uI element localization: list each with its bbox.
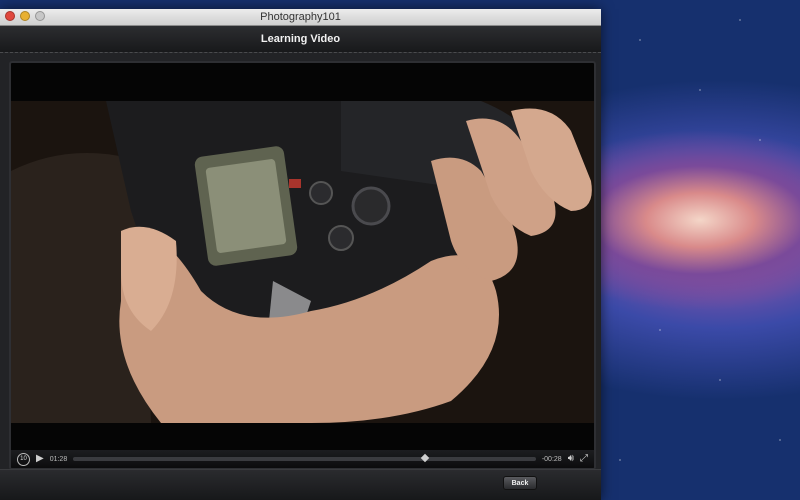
back-button[interactable]: Back	[503, 476, 537, 490]
replay-10-icon[interactable]: 10	[17, 452, 30, 466]
scrubber-thumb[interactable]	[420, 453, 430, 463]
video-frame-image[interactable]	[11, 101, 594, 423]
playback-controls: 10 ▶ 01:28 -00:28 🔊︎ ⤢	[11, 450, 594, 468]
camera-hands-video-illustration	[11, 101, 594, 423]
page-header: Learning Video	[0, 26, 601, 53]
window-controls	[5, 11, 45, 21]
title-bar: Photography101	[0, 9, 601, 26]
fullscreen-icon[interactable]: ⤢	[580, 454, 588, 464]
zoom-window-button[interactable]	[35, 11, 45, 21]
footer-bar: Back	[0, 469, 601, 500]
video-player[interactable]: 10 ▶ 01:28 -00:28 🔊︎ ⤢	[9, 61, 596, 470]
progress-scrubber[interactable]	[73, 453, 536, 463]
page-title: Learning Video	[260, 33, 341, 45]
play-icon[interactable]: ▶	[36, 454, 44, 464]
elapsed-time: 01:28	[49, 455, 68, 463]
volume-icon[interactable]: 🔊︎	[568, 454, 574, 464]
remaining-time: -00:28	[541, 455, 562, 463]
app-window: Photography101 Learning Video 10 ▶ 01:28…	[0, 9, 601, 500]
minimize-window-button[interactable]	[20, 11, 30, 21]
main-content: 10 ▶ 01:28 -00:28 🔊︎ ⤢	[0, 53, 601, 500]
window-title: Photography101	[260, 11, 341, 23]
close-window-button[interactable]	[5, 11, 15, 21]
